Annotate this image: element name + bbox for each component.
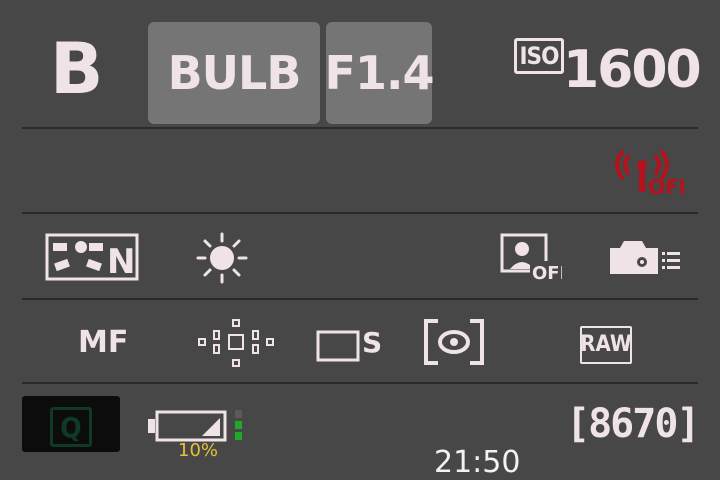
metering-icon[interactable] — [424, 319, 484, 365]
divider — [22, 127, 698, 129]
battery-icon — [148, 410, 248, 444]
iso-value[interactable]: 1600 — [563, 44, 702, 96]
face-detect-status: OFF — [532, 263, 562, 281]
image-quality-raw[interactable]: RAW — [580, 326, 632, 364]
battery-percent: 10% — [178, 440, 219, 461]
af-points-icon[interactable] — [196, 318, 276, 368]
iso-badge: ISO — [514, 38, 564, 74]
divider — [22, 382, 698, 384]
divider — [22, 298, 698, 300]
wireless-off-icon[interactable]: OFF — [608, 146, 692, 199]
picture-style-icon[interactable]: N — [45, 233, 139, 282]
q-label: Q — [50, 407, 92, 447]
shots-remaining: [8670] — [566, 401, 700, 447]
shooting-mode[interactable]: B — [50, 34, 103, 104]
aperture-button[interactable]: F1.4 — [325, 22, 434, 124]
q-button[interactable]: Q — [22, 396, 120, 452]
face-detect-off-icon[interactable]: OFF — [500, 233, 572, 284]
focus-mode[interactable]: MF — [78, 328, 128, 358]
drive-mode-label: S — [362, 326, 382, 359]
picture-style-label: N — [107, 242, 135, 281]
wireless-status: OFF — [648, 175, 684, 198]
daylight-icon[interactable] — [196, 232, 248, 284]
drive-single-icon[interactable]: S — [316, 322, 386, 364]
divider — [22, 212, 698, 214]
shutter-speed-button[interactable]: BULB — [148, 22, 320, 124]
camera-menu-icon[interactable] — [608, 238, 682, 276]
clock: 21:50 — [434, 445, 521, 480]
